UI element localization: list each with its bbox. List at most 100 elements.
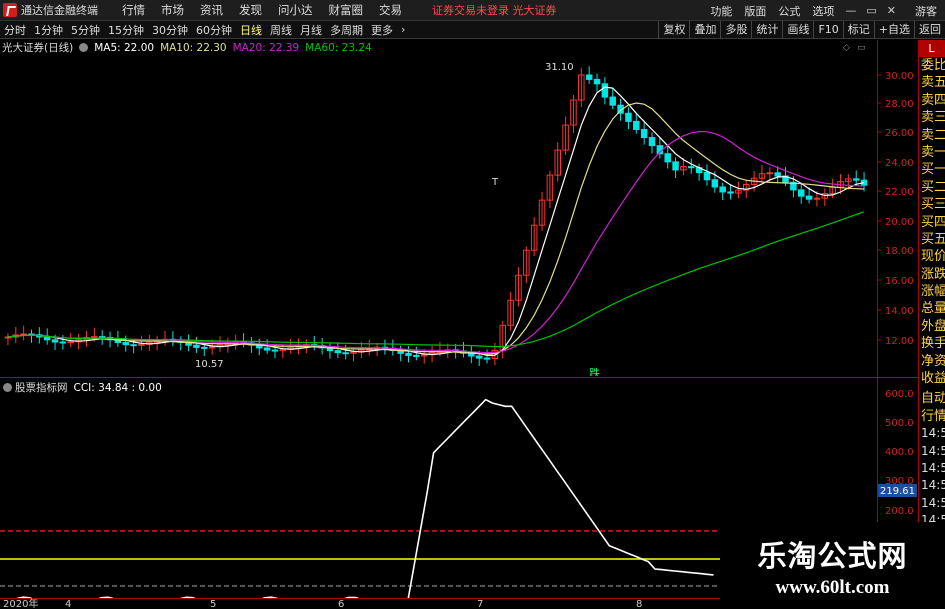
side-lower-label[interactable]: 行情 xyxy=(919,408,945,425)
cci-tick-label: 200.0 xyxy=(885,506,914,517)
period-more[interactable]: 更多 xyxy=(367,22,397,38)
period-weekly[interactable]: 周线 xyxy=(266,22,296,38)
period-intraday[interactable]: 分时 xyxy=(0,22,30,38)
back-button[interactable]: 返回 xyxy=(914,21,945,39)
die-marker-label: 跌 xyxy=(589,366,600,376)
statistics-button[interactable]: 统计 xyxy=(751,21,782,39)
mark-button[interactable]: 标记 xyxy=(842,21,874,39)
overlay-button[interactable]: 叠加 xyxy=(689,21,720,39)
menu-layout[interactable]: 版面 xyxy=(738,3,772,19)
candle-body xyxy=(59,341,67,344)
price-tick-label: 20.00 xyxy=(885,217,914,228)
guest-label[interactable]: 游客 xyxy=(915,3,937,19)
kline-chart[interactable]: 31.10 10.57 T 跌 ◇ ▭ xyxy=(0,40,877,376)
side-lower-label[interactable]: 自动 xyxy=(919,390,945,407)
side-time-label: 14:5 xyxy=(921,478,945,493)
draw-line-button[interactable]: 画线 xyxy=(782,21,813,39)
period-1min[interactable]: 1分钟 xyxy=(30,22,67,38)
f10-button[interactable]: F10 xyxy=(813,21,842,39)
date-label-may: 5 xyxy=(210,599,217,609)
candle-body xyxy=(405,352,412,356)
side-panel-tab[interactable]: L xyxy=(918,40,945,57)
candle-body xyxy=(703,172,711,181)
candle-body xyxy=(648,137,656,147)
ma10-value: MA10: 22.30 xyxy=(160,41,227,54)
candle-body xyxy=(672,161,679,171)
minimize-icon[interactable]: — xyxy=(840,4,861,17)
cci-tick-label: 600.0 xyxy=(885,389,914,400)
indicator-name[interactable]: 股票指标网 xyxy=(15,380,68,395)
menu-bar: 通达信金融终端 行情 市场 资讯 发现 问小达 财富圈 交易 证券交易未登录 光… xyxy=(0,0,945,21)
cci-line xyxy=(16,398,714,598)
menu-item-ask[interactable]: 问小达 xyxy=(270,2,321,18)
period-30min[interactable]: 30分钟 xyxy=(148,22,192,38)
add-watchlist-button[interactable]: +自选 xyxy=(873,21,914,39)
login-status[interactable]: 证券交易未登录 光大证券 xyxy=(432,2,557,18)
indicator-info-bar: 股票指标网 CCI: 34.84 : 0.00 xyxy=(0,380,162,395)
candle-body xyxy=(640,128,648,139)
side-quote-label: 买一 xyxy=(921,162,945,178)
candle-body xyxy=(130,344,137,347)
candle-body xyxy=(271,349,279,352)
ma10-line xyxy=(7,102,865,355)
side-quote-label: 现价 xyxy=(921,249,945,265)
settings-dot-icon[interactable] xyxy=(79,43,89,52)
candle-body xyxy=(609,96,616,106)
stock-name[interactable]: 光大证券(日线) xyxy=(2,40,73,55)
price-tick-label: 16.00 xyxy=(885,276,914,287)
price-tick-label: 18.00 xyxy=(885,246,914,257)
chevron-right-icon[interactable]: › xyxy=(397,23,409,36)
candle-body xyxy=(664,153,671,163)
menu-formula[interactable]: 公式 xyxy=(772,3,806,19)
candle-body xyxy=(601,83,609,98)
period-monthly[interactable]: 月线 xyxy=(296,22,326,38)
watermark-url: www.60lt.com xyxy=(775,576,890,598)
side-quote-label: 收益 xyxy=(921,371,945,387)
ma20-line xyxy=(7,130,865,354)
t-marker-label: T xyxy=(491,177,499,188)
date-label-apr: 4 xyxy=(65,599,72,609)
menu-item-quotes[interactable]: 行情 xyxy=(114,2,153,18)
period-bar: 分时 1分钟 5分钟 15分钟 30分钟 60分钟 日线 周线 月线 多周期 更… xyxy=(0,21,945,39)
cci-value: CCI: 34.84 : 0.00 xyxy=(73,381,162,394)
indicator-settings-dot-icon[interactable] xyxy=(3,383,12,392)
period-15min[interactable]: 15分钟 xyxy=(104,22,148,38)
menu-item-news[interactable]: 资讯 xyxy=(192,2,231,18)
menu-item-market[interactable]: 市场 xyxy=(153,2,192,18)
menu-item-discover[interactable]: 发现 xyxy=(231,2,270,18)
low-price-label: 10.57 xyxy=(195,359,224,370)
candle-body xyxy=(483,357,491,360)
axis-separator xyxy=(877,40,878,598)
candle-body xyxy=(719,186,726,193)
candle-body xyxy=(774,172,781,177)
menu-item-wealth[interactable]: 财富圈 xyxy=(321,2,372,18)
period-5min[interactable]: 5分钟 xyxy=(67,22,104,38)
close-icon[interactable]: ✕ xyxy=(882,4,901,17)
collapse-icon: ▭ xyxy=(857,43,866,53)
menu-item-trade[interactable]: 交易 xyxy=(371,2,410,18)
candle-body xyxy=(475,355,483,359)
period-daily[interactable]: 日线 xyxy=(236,22,266,38)
candle-body xyxy=(193,344,200,348)
candle-body xyxy=(797,189,805,197)
period-60min[interactable]: 60分钟 xyxy=(192,22,236,38)
side-quote-label: 卖四 xyxy=(921,92,945,108)
date-label-year: 2020年 xyxy=(3,599,39,609)
price-tick-label: 24.00 xyxy=(885,158,914,169)
candle-body xyxy=(43,336,51,341)
menu-options[interactable]: 选项 xyxy=(806,3,840,19)
cci-tick-label: 400.0 xyxy=(885,447,914,458)
side-quote-label: 卖三 xyxy=(921,110,945,126)
ma5-value: MA5: 22.00 xyxy=(94,41,155,54)
side-quote-label: 净资 xyxy=(921,353,945,369)
app-title: 通达信金融终端 xyxy=(21,4,98,17)
period-multi[interactable]: 多周期 xyxy=(326,22,367,38)
maximize-icon[interactable]: ▭ xyxy=(861,4,881,17)
price-tick-label: 30.00 xyxy=(885,71,914,82)
multi-stock-button[interactable]: 多股 xyxy=(720,21,751,39)
menu-function[interactable]: 功能 xyxy=(704,3,738,19)
restore-rights-button[interactable]: 复权 xyxy=(658,21,689,39)
watermark-title: 乐淘公式网 xyxy=(757,538,908,573)
side-quote-label: 涨幅 xyxy=(921,284,945,300)
candle-body xyxy=(201,346,208,349)
